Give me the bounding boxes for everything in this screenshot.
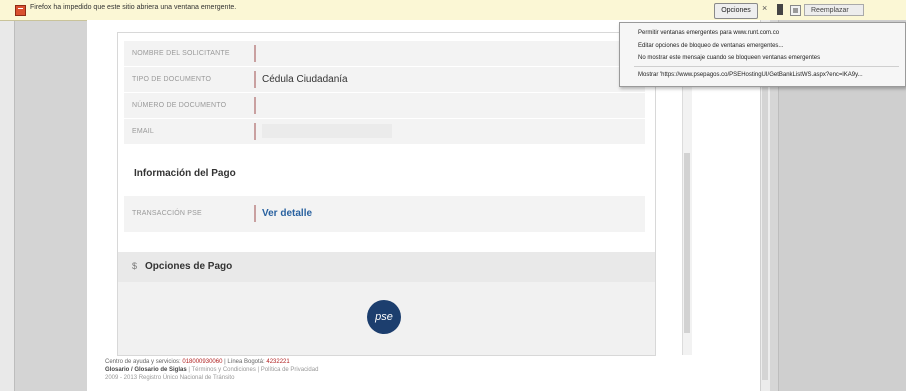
popup-blocked-message: Firefox ha impedido que este sitio abrie… bbox=[30, 4, 237, 11]
payment-info-table: TRANSACCIÓN PSE Ver detalle bbox=[124, 196, 645, 233]
dollar-icon: $ bbox=[132, 261, 138, 271]
menu-separator bbox=[634, 66, 899, 67]
page-footer: Centro de ayuda y servicios: 01800093006… bbox=[105, 358, 318, 382]
field-divider bbox=[254, 45, 256, 62]
toolbar-icon[interactable] bbox=[777, 4, 783, 15]
menu-item-allow-popups[interactable]: Permitir ventanas emergentes para www.ru… bbox=[638, 30, 779, 36]
browser-left-edge bbox=[0, 0, 15, 391]
table-row: TIPO DE DOCUMENTO Cédula Ciudadanía bbox=[124, 67, 645, 93]
popup-blocked-notification-bar: Firefox ha impedido que este sitio abrie… bbox=[0, 0, 906, 21]
table-row: NOMBRE DEL SOLICITANTE bbox=[124, 41, 645, 67]
menu-item-edit-options[interactable]: Editar opciones de bloqueo de ventanas e… bbox=[638, 43, 783, 49]
inner-scrollbar-thumb[interactable] bbox=[684, 153, 690, 333]
document-type-value: Cédula Ciudadanía bbox=[262, 74, 348, 85]
table-row: NÚMERO DE DOCUMENTO bbox=[124, 93, 645, 119]
menu-item-dont-show[interactable]: No mostrar este mensaje cuando se bloque… bbox=[638, 55, 820, 61]
toolbar-icon[interactable] bbox=[790, 5, 801, 16]
popup-blocked-icon bbox=[15, 5, 26, 16]
payment-options-header: $ Opciones de Pago bbox=[118, 252, 655, 282]
payment-options-body: pse bbox=[118, 282, 655, 355]
pse-logo-button[interactable]: pse bbox=[367, 300, 401, 334]
page-scrollbar-thumb[interactable] bbox=[762, 80, 768, 380]
payment-info-title: Información del Pago bbox=[134, 168, 236, 179]
glossary-link[interactable]: Glosario / Glosario de Siglas bbox=[105, 367, 187, 373]
field-divider bbox=[254, 205, 256, 222]
footer-links[interactable]: | Términos y Condiciones | Política de P… bbox=[187, 367, 318, 373]
payment-form-card: NOMBRE DEL SOLICITANTE TIPO DE DOCUMENTO… bbox=[117, 32, 692, 356]
footer-copyright: 2009 - 2013 Registro Único Nacional de T… bbox=[105, 375, 235, 381]
field-divider bbox=[254, 97, 256, 114]
footer-links-line: Glosario / Glosario de Siglas | Términos… bbox=[105, 366, 318, 374]
footer-phone: 018000930060 bbox=[182, 359, 223, 365]
footer-contact-line: Centro de ayuda y servicios: 01800093006… bbox=[105, 358, 318, 366]
view-detail-link[interactable]: Ver detalle bbox=[262, 208, 312, 219]
popup-options-menu: Permitir ventanas emergentes para www.ru… bbox=[619, 22, 906, 87]
applicant-info-table: NOMBRE DEL SOLICITANTE TIPO DE DOCUMENTO… bbox=[124, 41, 645, 145]
payment-options-title: Opciones de Pago bbox=[145, 261, 233, 272]
field-label: TRANSACCIÓN PSE bbox=[132, 210, 202, 217]
table-row: TRANSACCIÓN PSE Ver detalle bbox=[124, 196, 645, 233]
field-label: NOMBRE DEL SOLICITANTE bbox=[132, 50, 230, 57]
replace-button[interactable]: Reemplazar bbox=[804, 4, 864, 16]
email-value-box bbox=[262, 124, 392, 138]
field-label: EMAIL bbox=[132, 128, 155, 135]
table-row: EMAIL bbox=[124, 119, 645, 145]
close-icon[interactable]: × bbox=[762, 3, 767, 13]
footer-text: | Línea Bogotá: bbox=[222, 359, 267, 365]
field-divider bbox=[254, 71, 256, 88]
options-button[interactable]: Opciones bbox=[714, 3, 758, 19]
field-label: NÚMERO DE DOCUMENTO bbox=[132, 102, 227, 109]
footer-text: Centro de ayuda y servicios: bbox=[105, 359, 183, 365]
menu-item-show-popup[interactable]: Mostrar 'https://www.psepagos.co/PSEHost… bbox=[638, 72, 863, 78]
footer-phone: 4232221 bbox=[266, 359, 290, 365]
field-divider bbox=[254, 123, 256, 140]
field-label: TIPO DE DOCUMENTO bbox=[132, 76, 212, 83]
